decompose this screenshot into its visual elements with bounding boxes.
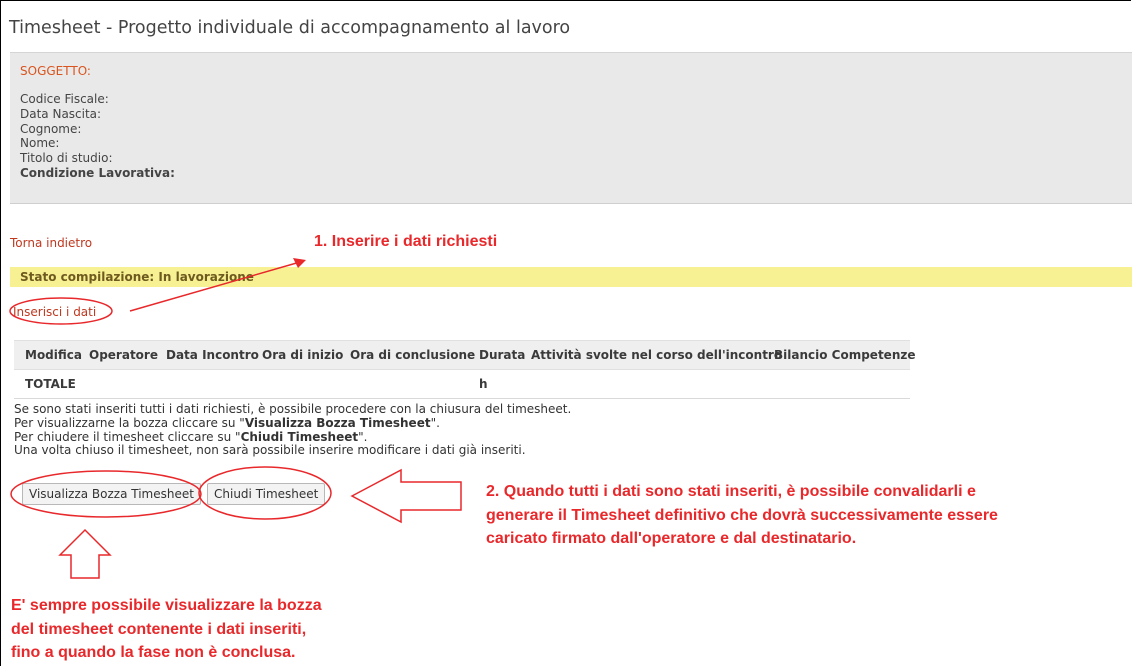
table-header: Modifica Operatore Data Incontro Ora di … [14, 340, 916, 370]
preview-draft-button[interactable]: Visualizza Bozza Timesheet [22, 483, 201, 505]
page-title: Timesheet - Progetto individuale di acco… [9, 18, 571, 38]
info-line-1: Se sono stati inseriti tutti i dati rich… [14, 402, 572, 416]
field-codice-fiscale: Codice Fiscale: [20, 92, 109, 106]
table-row-totale: TOTALE h [14, 370, 910, 399]
col-durata: Durata [479, 348, 526, 362]
info-line-2-bold: Visualizza Bozza Timesheet [244, 415, 431, 430]
field-cognome: Cognome: [20, 121, 82, 136]
totale-label: TOTALE [25, 377, 76, 391]
info-line-3-suffix: ". [358, 429, 368, 444]
status-bar: Stato compilazione: In lavorazione [10, 267, 1132, 287]
subject-fields: Codice Fiscale: Data Nascita: Cognome: N… [20, 92, 175, 181]
annotation-step-2: 2. Quando tutti i dati sono stati inseri… [486, 480, 998, 551]
info-line-4: Una volta chiuso il timesheet, non sarà … [14, 443, 526, 458]
close-timesheet-button[interactable]: Chiudi Timesheet [207, 483, 326, 505]
col-attivita: Attività svolte nel corso dell'incontro [531, 348, 783, 362]
info-line-2: Per visualizzarne la bozza cliccare su "… [14, 415, 571, 431]
col-modifica: Modifica [25, 348, 82, 362]
annotation-step-2-line-3: caricato firmato dall'operatore e dal de… [486, 530, 857, 547]
totale-durata: h [479, 377, 488, 391]
subject-heading: SOGGETTO: [20, 64, 91, 78]
info-line-3-prefix: Per chiudere il timesheet cliccare su " [14, 429, 241, 444]
field-condizione-lavorativa: Condizione Lavorativa: [20, 165, 175, 180]
info-line-3-bold: Chiudi Timesheet [240, 429, 359, 444]
info-line-3: Per chiudere il timesheet cliccare su "C… [14, 429, 571, 445]
subject-panel: SOGGETTO: Codice Fiscale: Data Nascita: … [10, 52, 1132, 204]
annotation-preview-line-1: E' sempre possibile visualizzare la bozz… [11, 597, 322, 614]
col-ora-conclusione: Ora di conclusione [350, 348, 476, 362]
info-text: Se sono stati inseriti tutti i dati rich… [14, 402, 572, 458]
col-ora-inizio: Ora di inizio [262, 348, 344, 362]
annotation-preview-line-2: del timesheet contenente i dati inseriti… [11, 620, 307, 638]
col-data-incontro: Data Incontro [166, 348, 259, 362]
field-titolo-studio: Titolo di studio: [20, 151, 113, 166]
col-bilancio: Bilancio Competenze [774, 348, 916, 362]
annotation-step-1: 1. Inserire i dati richiesti [314, 233, 498, 250]
annotation-preview-note: E' sempre possibile visualizzare la bozz… [11, 594, 322, 665]
info-line-2-prefix: Per visualizzarne la bozza cliccare su " [14, 415, 245, 430]
timesheet-table: Modifica Operatore Data Incontro Ora di … [14, 340, 916, 399]
field-data-nascita: Data Nascita: [20, 106, 102, 121]
info-line-2-suffix: ". [430, 415, 440, 430]
status-text: Stato compilazione: In lavorazione [20, 270, 254, 284]
annotation-step-2-line-2: generare il Timesheet definitivo che dov… [486, 506, 998, 524]
back-link[interactable]: Torna indietro [10, 236, 92, 250]
annotation-step-2-line-1: 2. Quando tutti i dati sono stati inseri… [486, 483, 976, 500]
annotation-preview-line-3: fino a quando la fase non è conclusa. [11, 644, 296, 661]
col-operatore: Operatore [89, 348, 158, 362]
insert-data-link[interactable]: Inserisci i dati [13, 305, 96, 319]
field-nome: Nome: [20, 136, 60, 151]
